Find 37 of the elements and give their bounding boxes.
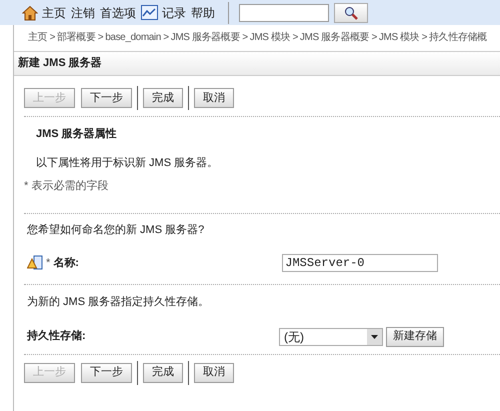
wizard-button[interactable]: 完成 [143, 88, 183, 108]
breadcrumb-link[interactable]: 部署概要 > [57, 30, 104, 44]
warning-icon [27, 255, 43, 271]
wizard-button[interactable]: 取消 [194, 88, 234, 108]
store-dropdown[interactable]: (无) [279, 328, 383, 346]
breadcrumb-link[interactable]: JMS 模块 > [378, 30, 428, 44]
required-mark: * [46, 256, 50, 271]
home-icon [22, 4, 38, 20]
intro-text: 以下属性将用于标识新 JMS 服务器。 [35, 156, 220, 170]
search-field[interactable] [239, 4, 329, 22]
chart-icon [141, 5, 158, 20]
required-note: * 表示必需的字段 [23, 178, 110, 194]
search-button[interactable] [334, 2, 368, 22]
toolbar-link[interactable]: 帮助 [191, 4, 215, 22]
panel-title: 新建 JMS 服务器 [18, 56, 102, 72]
wizard-button[interactable]: 下一步 [81, 88, 132, 108]
search-icon [344, 6, 358, 20]
wizard-button[interactable]: 完成 [143, 362, 183, 382]
wizard-button[interactable]: 下一步 [81, 362, 132, 382]
breadcrumb-link[interactable]: JMS 服务器概要 > [170, 30, 248, 44]
field-label: 名称: [53, 256, 80, 271]
field-label: 持久性存储: [27, 328, 87, 344]
breadcrumb-link[interactable]: JMS 服务器概要 > [300, 30, 377, 44]
toolbar-link[interactable]: 主页 [22, 4, 66, 22]
breadcrumb-link[interactable]: base_domain > [105, 30, 169, 44]
toolbar-link[interactable]: 首选项 [100, 4, 136, 22]
new-store-button[interactable]: 新建存储 [386, 326, 444, 346]
store-question: 为新的 JMS 服务器指定持久性存储。 [26, 294, 210, 310]
breadcrumb-link[interactable]: 持久性存储概 [429, 30, 487, 44]
toolbar-link[interactable]: 记录 [141, 4, 186, 22]
section-title: JMS 服务器属性 [35, 126, 118, 142]
breadcrumb-link[interactable]: JMS 模块 > [250, 30, 298, 44]
name-field[interactable]: JMSServer-0 [282, 254, 438, 272]
name-question: 您希望如何命名您的新 JMS 服务器? [26, 222, 206, 238]
breadcrumb-link[interactable]: 主页 > [28, 30, 56, 44]
wizard-button[interactable]: 取消 [194, 362, 234, 382]
toolbar-link[interactable]: 注销 [71, 4, 95, 22]
